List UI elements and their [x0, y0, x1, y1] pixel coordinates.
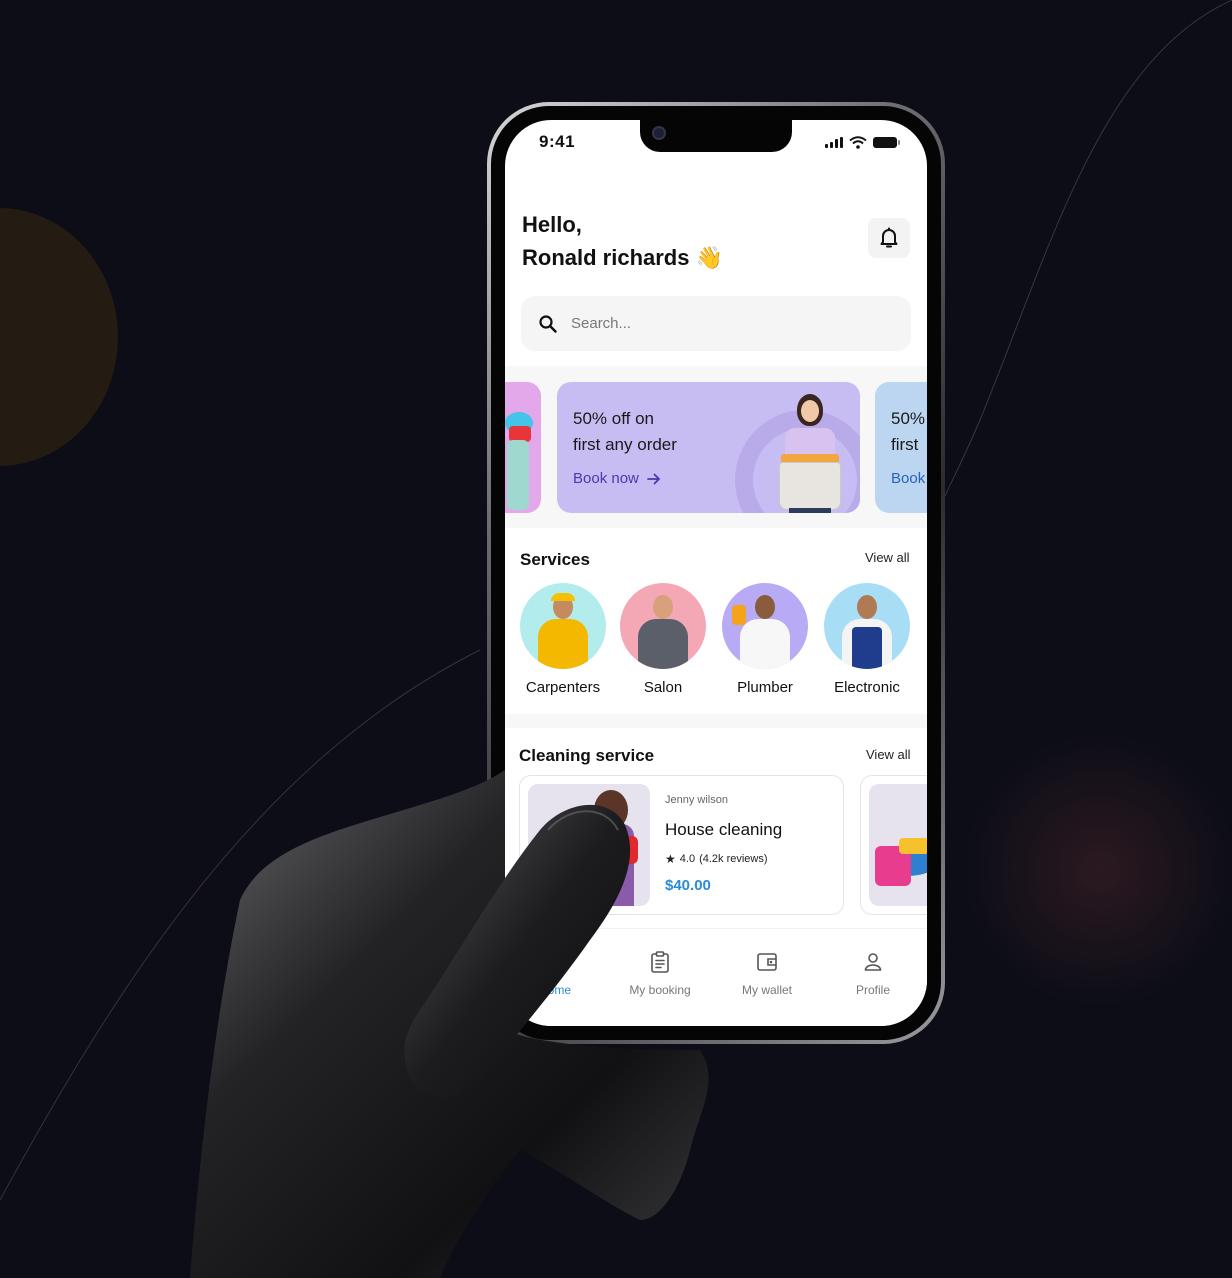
bottom-tab-bar: Home My booking My wallet Profile — [505, 928, 927, 1026]
status-time: 9:41 — [539, 132, 576, 151]
phone-frame: 9:41 Hello, Ronald richards 👋 Search... … — [487, 102, 945, 1044]
service-label: Carpenters — [525, 679, 601, 696]
promo-card-next[interactable]: 50% first Book — [875, 382, 927, 513]
service-avatar — [824, 583, 910, 669]
home-icon — [546, 953, 564, 971]
service-carpenters[interactable]: Carpenters — [518, 583, 608, 696]
tab-label: My wallet — [741, 983, 792, 997]
bell-icon — [880, 227, 898, 248]
section-divider — [505, 714, 927, 728]
cleaning-service-title: House cleaning — [665, 820, 783, 839]
tab-home[interactable]: Home — [510, 951, 600, 997]
cleaning-card-image — [869, 784, 927, 906]
cleaning-price: $40.00 — [665, 877, 711, 894]
service-plumber[interactable]: Plumber — [720, 583, 810, 696]
service-avatar — [620, 583, 706, 669]
promo-person-image — [775, 394, 845, 513]
greeting-user-name: Ronald richards 👋 — [522, 245, 723, 270]
search-icon — [539, 314, 557, 333]
cleaning-card[interactable]: Jenny wilson House cleaning ★ 4.0 (4.2k … — [519, 775, 844, 915]
promo-card-previous[interactable] — [505, 382, 541, 513]
arrow-right-icon — [646, 473, 660, 484]
services-title: Services — [520, 550, 590, 569]
cleaning-view-all-link[interactable]: View all — [866, 747, 911, 762]
battery-icon — [873, 136, 900, 148]
promo-carousel[interactable]: 50% off on first any order Book now 50% … — [505, 366, 927, 528]
tab-my-wallet[interactable]: My wallet — [722, 951, 812, 997]
cleaning-provider: Jenny wilson — [665, 794, 728, 806]
cleaning-card-image — [528, 784, 650, 906]
greeting-hello: Hello, — [522, 212, 582, 237]
service-electronic[interactable]: Electronic — [822, 583, 912, 696]
promo-title: 50% off on first any order — [573, 409, 677, 454]
service-avatar — [722, 583, 808, 669]
tab-my-booking[interactable]: My booking — [615, 951, 705, 997]
cleaning-section: Cleaning service View all Jenny wilson H… — [505, 728, 927, 938]
user-icon — [864, 953, 882, 971]
cleaning-rating: ★ 4.0 (4.2k reviews) — [665, 852, 768, 866]
tab-label: Profile — [855, 983, 890, 997]
wallet-icon — [757, 953, 777, 971]
services-view-all-link[interactable]: View all — [865, 550, 910, 565]
tab-profile[interactable]: Profile — [828, 951, 918, 997]
star-icon: ★ — [665, 852, 676, 866]
services-section: Services View all Carpenters Salon Plumb… — [505, 528, 927, 714]
promo-card[interactable]: 50% off on first any order Book now — [557, 382, 860, 513]
camera — [652, 126, 666, 140]
search-bar[interactable] — [521, 296, 911, 351]
service-salon[interactable]: Salon — [618, 583, 708, 696]
greeting: Hello, Ronald richards 👋 — [522, 208, 723, 274]
book-now-link[interactable]: Book now — [573, 470, 661, 487]
app-screen: 9:41 Hello, Ronald richards 👋 Search... … — [505, 120, 927, 1026]
search-input[interactable] — [571, 315, 871, 332]
tab-label: My booking — [629, 983, 691, 997]
service-avatar — [520, 583, 606, 669]
clipboard-icon — [651, 951, 669, 973]
notch — [640, 120, 792, 152]
service-label: Electronic — [834, 679, 900, 696]
cleaning-title: Cleaning service — [519, 746, 655, 765]
wifi-icon — [849, 135, 867, 149]
service-label: Plumber — [737, 679, 793, 696]
service-label: Salon — [643, 679, 683, 696]
tab-label: Home — [538, 983, 571, 997]
notification-button[interactable] — [868, 218, 910, 258]
signal-icon — [825, 136, 843, 148]
cleaning-card-next[interactable] — [860, 775, 927, 915]
